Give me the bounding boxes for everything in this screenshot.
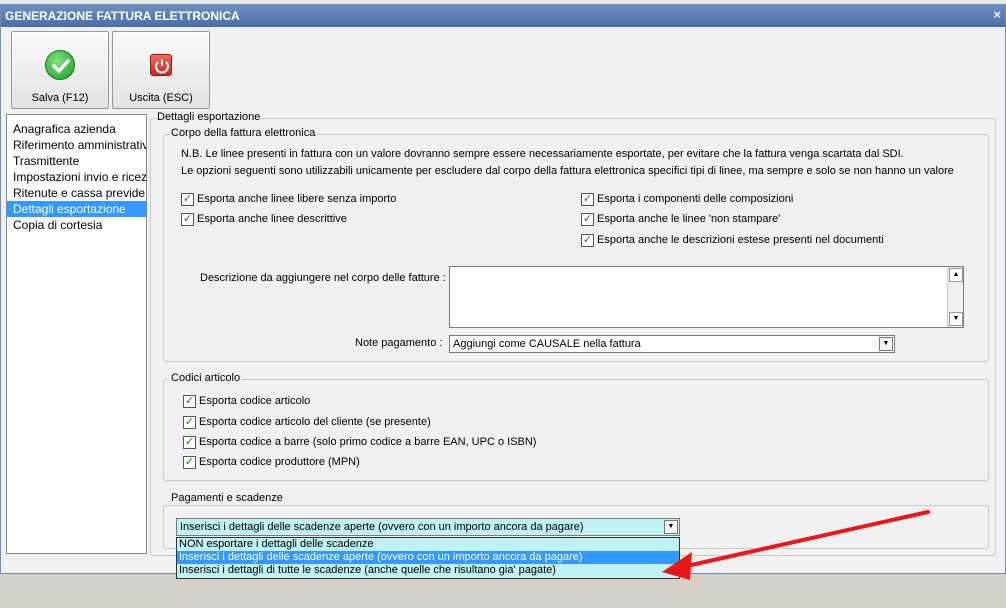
checkbox-non-stampare[interactable]: ✓ Esporta anche le linee 'non stampare' — [581, 213, 780, 227]
check-icon: ✓ — [183, 456, 196, 469]
details-group-title: Dettagli esportazione — [155, 111, 263, 123]
sidebar-item-ritenute[interactable]: Ritenute e cassa previdenziale — [7, 185, 146, 201]
payments-group-title: Pagamenti e scadenze — [169, 492, 285, 504]
window-title: GENERAZIONE FATTURA ELETTRONICA — [5, 9, 240, 23]
payment-notes-value: Aggiungi come CAUSALE nella fattura — [453, 338, 641, 350]
close-icon[interactable]: × — [993, 5, 1001, 25]
payment-notes-select[interactable]: Aggiungi come CAUSALE nella fattura ▼ — [449, 335, 895, 353]
checkbox-codice-articolo[interactable]: ✓ Esporta codice articolo — [183, 395, 310, 409]
payments-select[interactable]: Inserisci i dettagli delle scadenze aper… — [176, 518, 680, 536]
sidebar-item-anagrafica[interactable]: Anagrafica azienda — [7, 121, 146, 137]
payment-notes-label: Note pagamento : — [355, 337, 443, 349]
description-scrollbar[interactable]: ▲ ▼ — [947, 267, 963, 327]
description-textarea[interactable]: ▲ ▼ — [449, 266, 964, 328]
chevron-down-icon[interactable]: ▼ — [879, 337, 893, 351]
checkbox-descrizioni-estese[interactable]: ✓ Esporta anche le descrizioni estese pre… — [581, 234, 884, 248]
checkbox-linee-libere[interactable]: ✓ Esporta anche linee libere senza import… — [181, 193, 396, 207]
check-icon: ✓ — [581, 213, 594, 226]
checkbox-componenti[interactable]: ✓ Esporta i componenti delle composizioni — [581, 193, 793, 207]
checkbox-codice-produttore[interactable]: ✓ Esporta codice produttore (MPN) — [183, 456, 360, 470]
check-icon: ✓ — [181, 193, 194, 206]
payments-selected-value: Inserisci i dettagli delle scadenze aper… — [180, 521, 584, 533]
check-icon: ✓ — [183, 436, 196, 449]
payments-option-all[interactable]: Inserisci i dettagli di tutte le scadenz… — [177, 564, 679, 577]
check-icon: ✓ — [181, 213, 194, 226]
save-button[interactable]: Salva (F12) — [11, 31, 109, 109]
sidebar-item-copia[interactable]: Copia di cortesia — [7, 217, 146, 233]
sidebar-item-dettagli[interactable]: Dettagli esportazione — [7, 201, 146, 217]
codes-group-title: Codici articolo — [169, 372, 243, 384]
power-icon — [150, 54, 172, 76]
check-icon: ✓ — [581, 193, 594, 206]
sidebar-item-trasmittente[interactable]: Trasmittente — [7, 153, 146, 169]
body-note-1: N.B. Le linee presenti in fattura con un… — [181, 148, 904, 160]
checkbox-codice-cliente[interactable]: ✓ Esporta codice articolo del cliente (se… — [183, 416, 431, 430]
body-group-title: Corpo della fattura elettronica — [169, 127, 318, 139]
check-icon: ✓ — [183, 395, 196, 408]
chevron-down-icon[interactable]: ▼ — [664, 520, 678, 534]
sidebar-item-riferimento[interactable]: Riferimento amministrativo — [7, 137, 146, 153]
scroll-down-icon[interactable]: ▼ — [949, 312, 963, 326]
sidebar-item-impostazioni[interactable]: Impostazioni invio e ricezione — [7, 169, 146, 185]
check-icon: ✓ — [581, 234, 594, 247]
body-note-2: Le opzioni seguenti sono utilizzabili un… — [181, 165, 954, 177]
checkbox-linee-descrittive[interactable]: ✓ Esporta anche linee descrittive — [181, 213, 347, 227]
sidebar-nav: Anagrafica azienda Riferimento amministr… — [6, 114, 147, 554]
description-label: Descrizione da aggiungere nel corpo dell… — [200, 272, 446, 284]
title-bar: GENERAZIONE FATTURA ELETTRONICA × — [1, 5, 1005, 27]
exit-button[interactable]: Uscita (ESC) — [112, 31, 210, 109]
exit-button-label: Uscita (ESC) — [129, 92, 193, 104]
checkbox-codice-barre[interactable]: ✓ Esporta codice a barre (solo primo codi… — [183, 436, 536, 450]
check-icon: ✓ — [183, 416, 196, 429]
check-icon — [45, 50, 75, 80]
scroll-up-icon[interactable]: ▲ — [949, 268, 963, 282]
payments-option-none[interactable]: NON esportare i dettagli delle scadenze — [177, 538, 679, 551]
payments-option-open[interactable]: Inserisci i dettagli delle scadenze aper… — [177, 551, 679, 564]
payments-dropdown-list: NON esportare i dettagli delle scadenze … — [176, 537, 680, 579]
save-button-label: Salva (F12) — [31, 92, 89, 104]
